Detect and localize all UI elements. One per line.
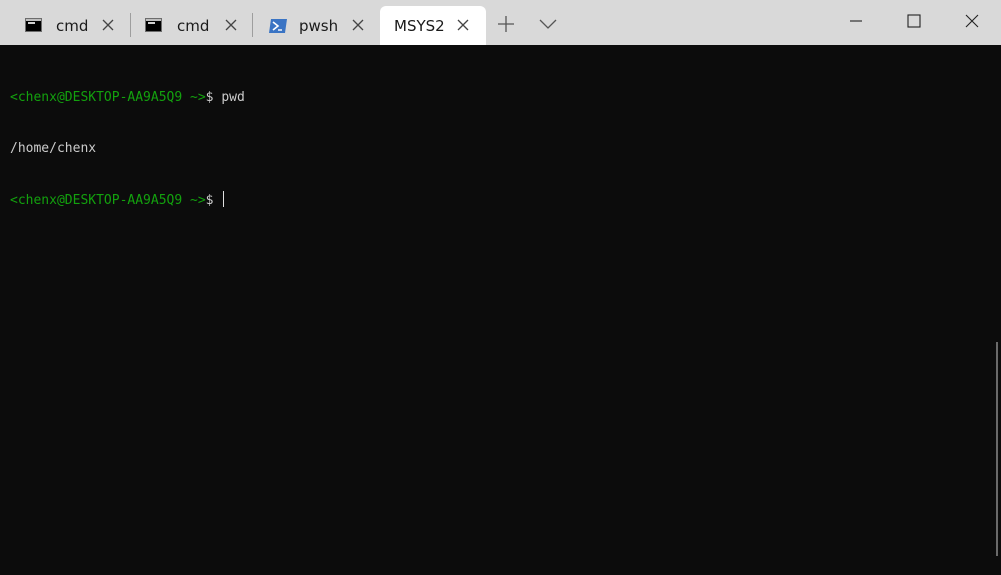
tab-pwsh[interactable]: pwsh <box>253 6 378 45</box>
scrollbar[interactable] <box>996 342 998 556</box>
close-icon[interactable] <box>224 18 238 32</box>
text-cursor <box>223 191 225 207</box>
minimize-icon <box>850 20 862 22</box>
chevron-down-icon[interactable] <box>538 16 558 32</box>
close-icon <box>965 14 979 28</box>
command-text <box>214 193 222 208</box>
shell-prompt: <chenx@DESKTOP-AA9A5Q9 ~> <box>10 90 206 105</box>
tab-bar: cmd cmd pwsh MSYS2 <box>0 0 1001 45</box>
command-output: /home/chenx <box>10 141 97 156</box>
tab-label: MSYS2 <box>394 17 445 35</box>
tab-cmd-1[interactable]: cmd <box>0 6 128 45</box>
powershell-icon <box>269 19 287 33</box>
close-icon[interactable] <box>456 18 470 32</box>
tab-label: pwsh <box>299 17 339 35</box>
terminal-line: <chenx@DESKTOP-AA9A5Q9 ~>$ <box>10 191 1001 208</box>
tab-cmd-2[interactable]: cmd <box>131 6 251 45</box>
terminal-line: <chenx@DESKTOP-AA9A5Q9 ~>$ pwd <box>10 89 1001 106</box>
maximize-button[interactable] <box>891 0 937 45</box>
maximize-icon <box>907 14 921 28</box>
prompt-symbol: $ <box>205 90 214 105</box>
terminal-line: /home/chenx <box>10 140 1001 157</box>
tab-msys2[interactable]: MSYS2 <box>380 6 486 45</box>
close-icon[interactable] <box>101 18 115 32</box>
close-icon[interactable] <box>351 18 365 32</box>
terminal-output[interactable]: <chenx@DESKTOP-AA9A5Q9 ~>$ pwd /home/che… <box>0 45 1001 575</box>
tab-label: cmd <box>56 17 89 35</box>
close-window-button[interactable] <box>949 0 995 45</box>
tab-label: cmd <box>177 17 210 35</box>
shell-prompt: <chenx@DESKTOP-AA9A5Q9 ~> <box>10 193 206 208</box>
minimize-button[interactable] <box>833 0 879 45</box>
terminal-window: cmd cmd pwsh MSYS2 <chenx@DESKTOP-AA9A5Q… <box>0 0 1001 575</box>
prompt-symbol: $ <box>205 193 214 208</box>
command-text: pwd <box>213 90 245 105</box>
cmd-icon <box>25 18 42 32</box>
plus-icon[interactable] <box>496 14 516 34</box>
cmd-icon <box>145 18 162 32</box>
